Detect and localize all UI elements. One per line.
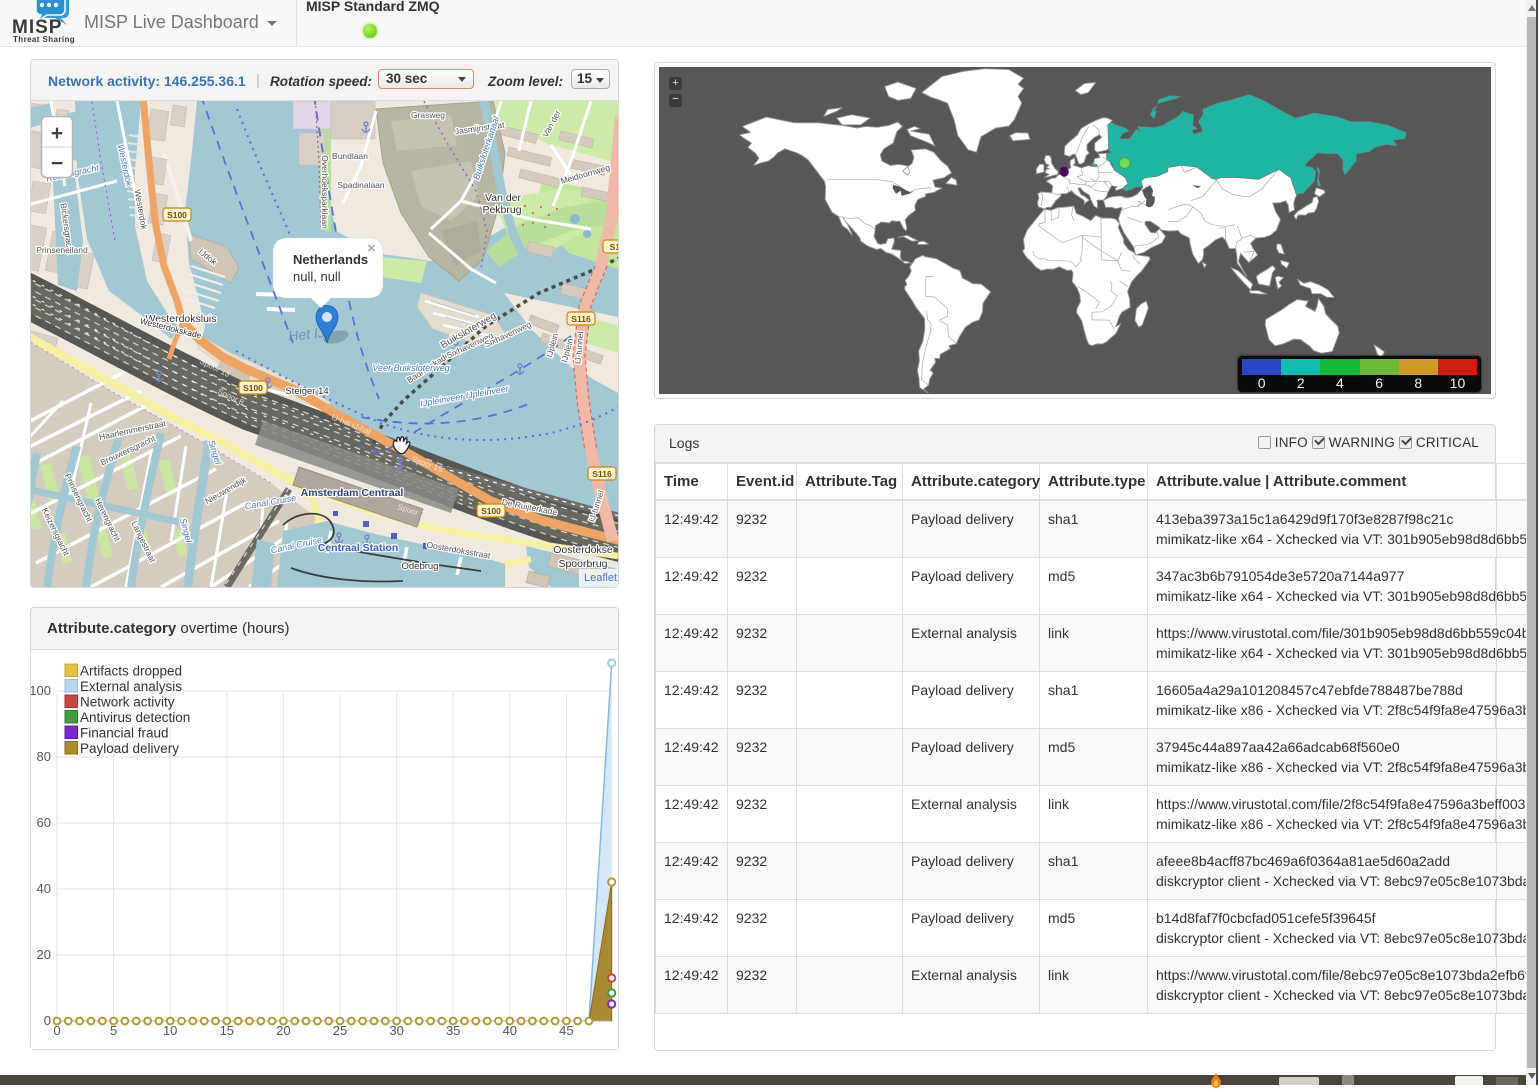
svg-text:Payload delivery: Payload delivery: [80, 741, 179, 756]
svg-text:External analysis: External analysis: [80, 679, 182, 694]
svg-text:Oosterdokse: Oosterdokse: [553, 544, 613, 556]
svg-text:S100: S100: [481, 506, 501, 516]
svg-text:Network activity: Network activity: [80, 695, 175, 710]
svg-text:S100: S100: [243, 383, 263, 393]
svg-text:Van der: Van der: [485, 192, 521, 204]
svg-text:Steiger 14: Steiger 14: [285, 386, 328, 397]
svg-text:Threat Sharing: Threat Sharing: [13, 35, 75, 44]
svg-text:Spadinalaan: Spadinalaan: [337, 180, 385, 190]
svg-text:Odebrug: Odebrug: [402, 561, 439, 572]
svg-text:Grasweg: Grasweg: [411, 110, 445, 120]
svg-text:20: 20: [37, 947, 51, 962]
svg-text:Artifacts dropped: Artifacts dropped: [80, 664, 182, 679]
svg-text:Netherlands: Netherlands: [293, 252, 368, 267]
svg-text:Pekbrug: Pekbrug: [482, 204, 521, 216]
svg-text:Veer Buiksloterweg: Veer Buiksloterweg: [372, 363, 449, 373]
svg-text:Spoorbrug: Spoorbrug: [558, 558, 607, 570]
svg-text:Prinseneiland: Prinseneiland: [36, 245, 88, 255]
svg-text:×: ×: [367, 240, 376, 257]
svg-text:null, null: null, null: [293, 269, 341, 284]
svg-text:+: +: [51, 122, 63, 145]
svg-text:S116: S116: [592, 469, 612, 479]
svg-text:Bundlaan: Bundlaan: [332, 151, 368, 161]
svg-text:Financial fraud: Financial fraud: [80, 726, 169, 741]
svg-text:100: 100: [31, 683, 51, 698]
svg-text:Centraal Station: Centraal Station: [318, 542, 399, 554]
svg-text:−: −: [51, 152, 63, 175]
svg-text:Leaflet: Leaflet: [584, 572, 617, 584]
svg-text:60: 60: [37, 815, 51, 830]
svg-text:80: 80: [37, 749, 51, 764]
svg-text:S11: S11: [610, 242, 618, 252]
svg-text:Amsterdam Centraal: Amsterdam Centraal: [301, 487, 404, 499]
svg-text:S116: S116: [571, 314, 591, 324]
svg-text:Overhoeksparklaan: Overhoeksparklaan: [320, 155, 330, 229]
svg-text:Antivirus detection: Antivirus detection: [80, 710, 190, 725]
svg-text:S100: S100: [167, 210, 187, 220]
svg-text:0: 0: [44, 1013, 51, 1028]
svg-text:40: 40: [37, 881, 51, 896]
